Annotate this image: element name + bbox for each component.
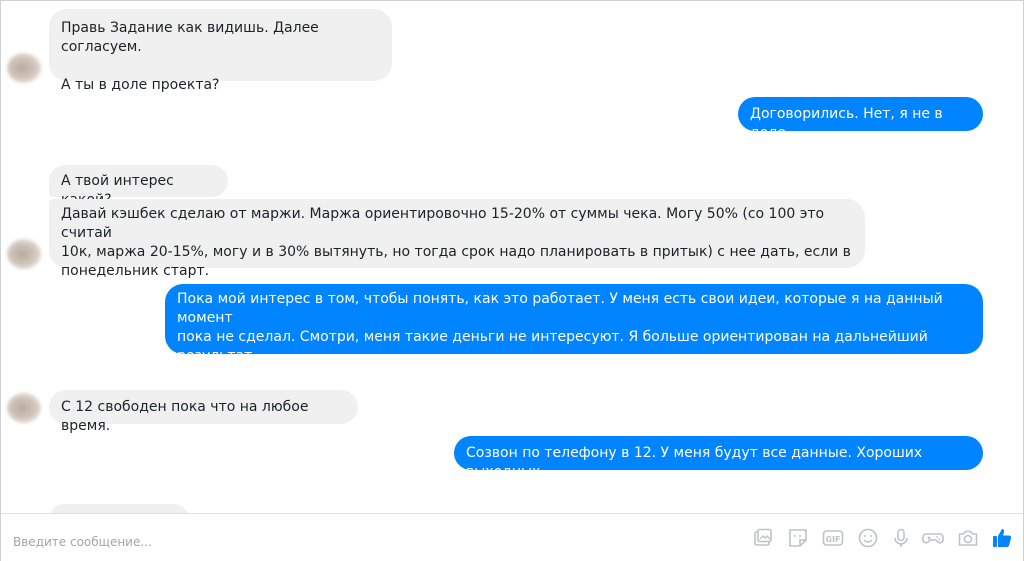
contact-avatar[interactable] [7, 53, 41, 83]
like-icon[interactable] [990, 526, 1014, 550]
message-incoming-partial [49, 504, 189, 513]
contact-avatar[interactable] [7, 239, 41, 269]
game-icon[interactable] [921, 526, 945, 550]
svg-text:GIF: GIF [825, 535, 840, 544]
message-incoming: С 12 свободен пока что на любое время. [49, 390, 358, 434]
composer-bar: Введите сообщение... GIF [1, 513, 1023, 561]
camera-icon[interactable] [956, 526, 980, 550]
message-incoming: А твой интерес какой? [49, 165, 228, 208]
emoji-icon[interactable] [856, 526, 880, 550]
message-outgoing: Договорились. Нет, я не в доле. [738, 97, 983, 141]
message-outgoing: Созвон по телефону в 12. У меня будут вс… [454, 436, 983, 480]
message-input[interactable]: Введите сообщение... [13, 535, 152, 549]
message-list[interactable]: Правь Задание как видишь. Далее согласуе… [1, 1, 1023, 513]
messenger-window: Правь Задание как видишь. Далее согласуе… [0, 0, 1024, 561]
photo-icon[interactable] [751, 526, 775, 550]
microphone-icon[interactable] [889, 526, 913, 550]
contact-avatar[interactable] [7, 393, 41, 423]
message-outgoing: Пока мой интерес в том, чтобы понять, ка… [165, 284, 983, 383]
message-incoming: Правь Задание как видишь. Далее согласуе… [49, 9, 392, 93]
gif-icon[interactable]: GIF [821, 526, 845, 550]
sticker-icon[interactable] [786, 526, 810, 550]
message-incoming: Давай кэшбек сделаю от маржи. Маржа орие… [49, 199, 865, 279]
